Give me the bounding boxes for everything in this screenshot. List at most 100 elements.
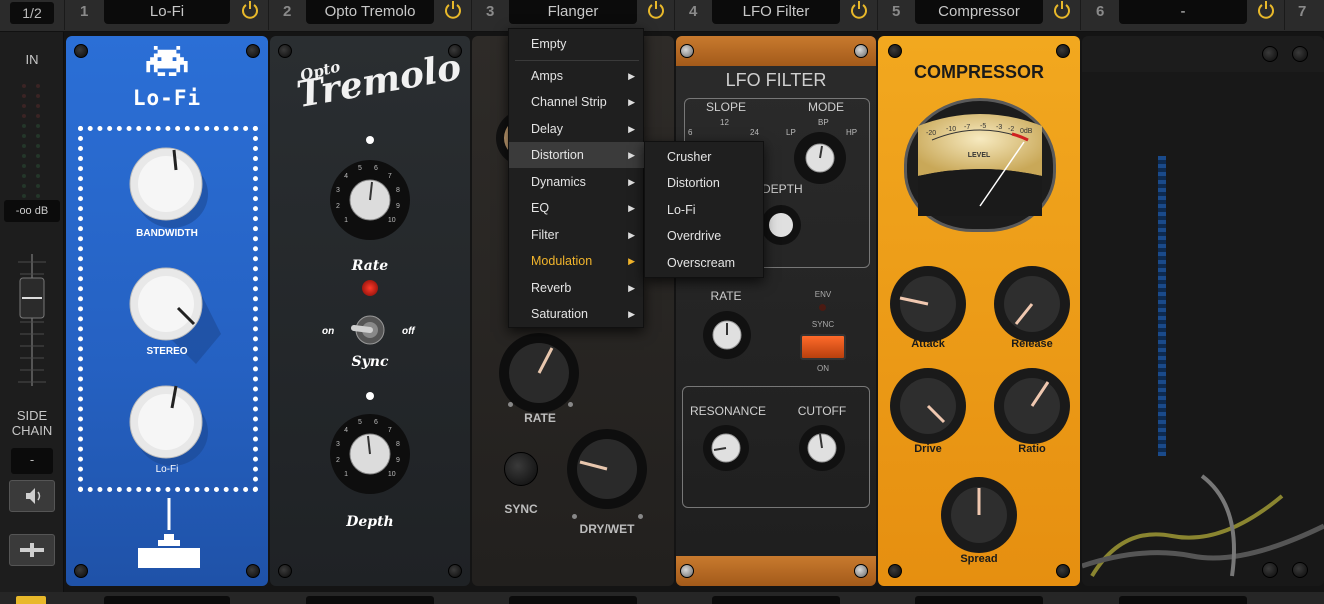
bottom-slot[interactable] (509, 596, 637, 604)
flanger-sync-button[interactable] (504, 452, 538, 486)
power-icon[interactable] (1256, 0, 1276, 20)
depth-tick-label: 7 (387, 427, 392, 435)
menu-item-empty[interactable]: Empty (509, 31, 645, 57)
screw (680, 44, 694, 58)
drywet-min-dot (572, 514, 577, 519)
menu-item-eq[interactable]: EQ ▶ (509, 195, 645, 221)
menu-item-modulation[interactable]: Modulation ▶ (509, 248, 645, 274)
sidechain-source[interactable]: - (11, 448, 53, 474)
bottom-badge[interactable] (16, 596, 46, 604)
lfo-sync-switch[interactable] (800, 334, 846, 360)
slot-divider (1284, 0, 1285, 30)
stereo-width-icon (20, 543, 44, 557)
vu-tick: -5 (980, 123, 987, 130)
input-level-readout: -oo dB (4, 200, 60, 222)
cutoff-knob[interactable] (796, 422, 848, 474)
sync-toggle[interactable] (342, 310, 398, 346)
rate-tick-label: 7 (387, 173, 392, 181)
resonance-knob[interactable] (700, 422, 752, 474)
slot-2-name[interactable]: Opto Tremolo (306, 0, 434, 24)
menu-item-dynamics[interactable]: Dynamics ▶ (509, 169, 645, 195)
chevron-right-icon: ▶ (628, 97, 635, 107)
power-icon[interactable] (646, 0, 666, 20)
flanger-sync-label: SYNC (504, 502, 538, 516)
menu-item-saturation[interactable]: Saturation ▶ (509, 301, 645, 327)
menu-item-label: Delay (531, 122, 563, 136)
screw (888, 564, 902, 578)
input-fader[interactable] (14, 254, 50, 386)
bottom-slot[interactable] (915, 596, 1043, 604)
compressor-title: COMPRESSOR (913, 62, 1045, 82)
rate-max-dot (568, 402, 573, 407)
mode-knob[interactable] (792, 130, 848, 186)
chevron-right-icon: ▶ (628, 309, 635, 319)
width-button[interactable] (9, 534, 55, 566)
wood-bottom (676, 556, 876, 586)
spread-knob[interactable] (938, 474, 1020, 556)
screw (1056, 564, 1070, 578)
power-icon[interactable] (849, 0, 869, 20)
rate-tick-label: 4 (344, 173, 348, 181)
submenu-item-crusher[interactable]: Crusher (645, 144, 765, 170)
bottom-slot[interactable] (306, 596, 434, 604)
ratio-knob[interactable] (992, 366, 1072, 446)
distortion-submenu: Crusher Distortion Lo-Fi Overdrive Overs… (644, 141, 764, 278)
drywet-knob[interactable] (564, 426, 650, 512)
screw (1056, 44, 1070, 58)
bottom-slot[interactable] (1119, 596, 1247, 604)
page-indicator[interactable]: 1/2 (10, 2, 54, 24)
rate-label: Rate (351, 258, 389, 274)
submenu-item-label: Crusher (667, 150, 712, 164)
lofi-title: Lo-Fi (132, 86, 202, 110)
submenu-item-lofi[interactable]: Lo-Fi (645, 197, 765, 223)
bottom-slot[interactable] (712, 596, 840, 604)
depth-knob[interactable] (328, 412, 412, 496)
slot-divider (471, 0, 472, 30)
submenu-item-distortion[interactable]: Distortion (645, 170, 765, 196)
drywet-label: DRY/WET (579, 522, 635, 536)
slot-4-name[interactable]: LFO Filter (712, 0, 840, 24)
lfo-on-label: ON (817, 364, 829, 373)
flanger-rate-label: RATE (524, 411, 556, 425)
cutoff-label: CUTOFF (797, 404, 847, 418)
slot-3-name[interactable]: Flanger (509, 0, 637, 24)
menu-item-delay[interactable]: Delay ▶ (509, 116, 645, 142)
wood-top (676, 36, 876, 66)
power-icon[interactable] (240, 0, 260, 20)
submenu-item-overdrive[interactable]: Overdrive (645, 223, 765, 249)
slot-1-number: 1 (80, 3, 89, 20)
rate-knob[interactable] (328, 158, 412, 242)
slot-5-name[interactable]: Compressor (915, 0, 1043, 24)
menu-item-filter[interactable]: Filter ▶ (509, 222, 645, 248)
menu-item-distortion[interactable]: Distortion ▶ (509, 142, 645, 168)
release-knob[interactable] (992, 264, 1072, 344)
sync-label: Sync (351, 354, 389, 370)
slot-1-name[interactable]: Lo-Fi (104, 0, 230, 24)
release-label: Release (1011, 338, 1053, 350)
depth-tick-label: 4 (344, 427, 348, 435)
sync-on-label: on (322, 326, 335, 337)
drive-knob[interactable] (888, 366, 968, 446)
lfo-rate-knob[interactable] (700, 308, 754, 362)
lfo-rate-label: RATE (710, 289, 742, 303)
monitor-button[interactable] (9, 480, 55, 512)
menu-item-channel-strip[interactable]: Channel Strip ▶ (509, 89, 645, 115)
depth-label: Depth (346, 514, 394, 530)
menu-item-amps[interactable]: Amps ▶ (509, 63, 645, 89)
menu-item-reverb[interactable]: Reverb ▶ (509, 275, 645, 301)
slot-6-name[interactable]: - (1119, 0, 1247, 24)
chevron-right-icon: ▶ (628, 230, 635, 240)
lfo-title: LFO FILTER (725, 70, 827, 90)
rate-tick-label: 2 (336, 203, 340, 211)
power-icon[interactable] (443, 0, 463, 20)
bandwidth-knob[interactable] (126, 144, 210, 228)
depth-indicator-dot (366, 392, 374, 400)
slot-2-number: 2 (283, 3, 292, 20)
bottom-slot[interactable] (104, 596, 230, 604)
attack-knob[interactable] (888, 264, 968, 344)
lofi-amount-knob[interactable] (126, 382, 210, 466)
attack-label: Attack (911, 338, 945, 350)
power-icon[interactable] (1052, 0, 1072, 20)
submenu-item-overscream[interactable]: Overscream (645, 250, 765, 276)
slope-label: SLOPE (705, 100, 747, 114)
